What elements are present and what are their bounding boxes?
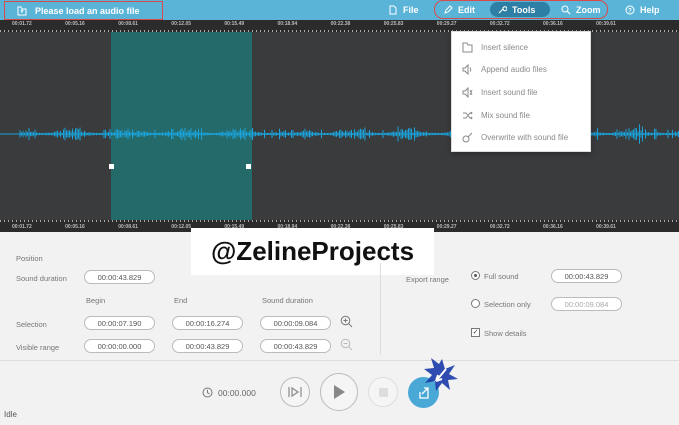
file-menu[interactable]: File (388, 0, 419, 20)
selection-begin-field[interactable]: 00:00:07.190 (84, 316, 155, 330)
ruler-tick-label: 00:25.83 (383, 21, 404, 27)
magnifier-icon (561, 5, 571, 15)
selection-start-handle[interactable] (109, 164, 114, 169)
zoom-menu-label: Zoom (576, 5, 601, 15)
overwrite-icon (462, 132, 473, 143)
selection-end-field[interactable]: 00:00:16.274 (172, 316, 243, 330)
zoom-out-icon[interactable] (340, 338, 353, 351)
menu-item-label: Insert silence (481, 42, 529, 52)
ruler-tick-label: 00:36.16 (543, 21, 563, 27)
tools-dropdown: Insert silence Append audio files Insert… (451, 31, 591, 152)
tools-menu-label: Tools (512, 5, 536, 15)
column-end-label: End (174, 296, 188, 305)
transport-divider (0, 360, 679, 361)
file-menu-label: File (403, 5, 419, 15)
menu-item-append-audio[interactable]: Append audio files (452, 59, 590, 82)
stop-icon (378, 387, 388, 397)
ruler-tick-label: 00:05.16 (65, 224, 85, 230)
selection-only-radio[interactable] (471, 299, 480, 308)
clock-icon (202, 387, 213, 398)
status-text: Idle (4, 410, 17, 419)
play-icon (334, 385, 345, 399)
play-selection-button[interactable] (280, 377, 310, 407)
ruler-tick-label: 00:15.49 (224, 21, 245, 27)
export-range-label: Export range (406, 275, 449, 284)
pencil-icon (444, 5, 453, 14)
ruler-tick-label: 00:29.27 (436, 224, 457, 230)
load-audio-label: Please load an audio file (35, 5, 140, 16)
ruler-tick-label: 00:05.16 (65, 21, 85, 27)
position-heading: Position (16, 254, 43, 263)
menu-item-mix-sound[interactable]: Mix sound file (452, 104, 590, 127)
selection-row-label: Selection (16, 320, 47, 329)
ruler-tick-label: 00:18.94 (277, 21, 298, 27)
ruler-tick-label: 00:39.61 (596, 224, 616, 230)
full-sound-field: 00:00:43.829 (551, 269, 622, 283)
menu-item-label: Append audio files (481, 65, 547, 75)
panel-divider (380, 263, 381, 355)
column-begin-label: Begin (86, 296, 106, 305)
click-burst-icon (424, 358, 458, 391)
ruler-tick-label: 00:39.61 (596, 21, 616, 27)
play-selection-icon (288, 386, 302, 398)
speaker-icon (462, 64, 472, 76)
edit-menu[interactable]: Edit (443, 0, 475, 20)
sound-duration-field: 00:00:43.829 (84, 270, 155, 284)
menu-item-label: Mix sound file (481, 110, 530, 120)
ruler-tick-label: 00:08.61 (118, 21, 138, 27)
selection-end-handle[interactable] (246, 164, 251, 169)
ruler-tick-label: 00:32.72 (489, 21, 510, 27)
load-audio-button[interactable]: Please load an audio file (4, 1, 163, 20)
ruler-tick-label: 00:12.05 (171, 21, 192, 27)
selection-only-field: 00:00:09.084 (551, 297, 622, 311)
full-sound-radio[interactable] (471, 271, 480, 280)
ruler-dots (0, 220, 679, 222)
wrench-icon (498, 6, 507, 14)
edit-menu-label: Edit (458, 5, 475, 15)
stop-button[interactable] (368, 377, 398, 407)
visible-range-label: Visible range (16, 343, 60, 352)
ruler-tick-label: 00:01.72 (12, 21, 32, 27)
playback-time: 00:00.000 (218, 388, 256, 398)
selection-only-label: Selection only (484, 300, 531, 309)
ruler-tick-label: 00:08.61 (118, 224, 138, 230)
watermark-text: @ZelineProjects (191, 228, 434, 275)
menu-item-insert-sound[interactable]: Insert sound file (452, 81, 590, 104)
shuffle-icon (463, 111, 473, 119)
file-icon (389, 5, 397, 15)
visible-begin-field[interactable]: 00:00:00.000 (84, 339, 155, 353)
visible-duration-field[interactable]: 00:00:43.829 (260, 339, 331, 353)
svg-text:?: ? (628, 8, 632, 14)
menu-item-label: Insert sound file (481, 87, 538, 97)
menu-item-insert-silence[interactable]: Insert silence (452, 36, 590, 59)
help-icon: ? (625, 5, 635, 15)
sound-duration-label: Sound duration (16, 274, 67, 283)
selection-duration-field[interactable]: 00:00:09.084 (260, 316, 331, 330)
menu-item-overwrite-sound[interactable]: Overwrite with sound file (452, 126, 590, 149)
show-details-label: Show details (484, 329, 527, 338)
help-menu-label: Help (640, 5, 660, 15)
ruler-tick-label: 00:01.72 (12, 224, 32, 230)
full-sound-label: Full sound (484, 272, 519, 281)
tools-menu[interactable]: Tools (497, 0, 535, 20)
ruler-tick-label: 00:32.72 (489, 224, 510, 230)
menu-item-label: Overwrite with sound file (481, 133, 569, 143)
visible-end-field[interactable]: 00:00:43.829 (172, 339, 243, 353)
play-button[interactable] (320, 373, 358, 411)
show-details-checkbox[interactable]: ✓ (471, 328, 480, 337)
help-menu[interactable]: ? Help (625, 0, 660, 20)
zoom-menu[interactable]: Zoom (561, 0, 601, 20)
ruler-tick-label: 00:36.16 (543, 224, 563, 230)
insert-sound-icon (462, 86, 473, 98)
ruler-tick-label: 00:29.27 (436, 21, 457, 27)
ruler-tick-label: 00:22.38 (330, 21, 351, 27)
open-file-icon (17, 6, 27, 15)
ruler-tick-label: 00:12.05 (171, 224, 192, 230)
top-toolbar: Please load an audio file File Edit Tool… (0, 0, 679, 20)
column-duration-label: Sound duration (262, 296, 313, 305)
insert-silence-icon (462, 42, 473, 53)
zoom-in-icon[interactable] (340, 315, 353, 328)
